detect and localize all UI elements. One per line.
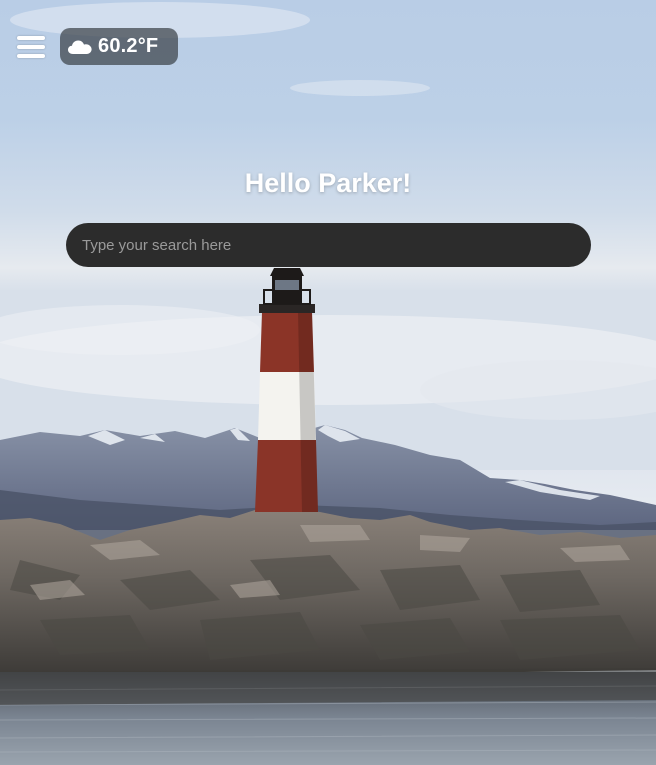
water-reflection — [0, 668, 656, 705]
new-tab-page: 60.2°F Hello Parker! — [0, 0, 656, 765]
menu-bar — [17, 36, 45, 40]
menu-bar — [17, 45, 45, 49]
weather-widget[interactable]: 60.2°F — [60, 28, 178, 65]
lighthouse-gallery — [259, 304, 315, 313]
menu-button[interactable] — [15, 34, 47, 60]
cloud-icon — [68, 40, 92, 54]
search-input[interactable] — [66, 223, 591, 267]
cloud-band — [290, 80, 430, 96]
temperature-label: 60.2°F — [98, 35, 159, 57]
lighthouse — [255, 268, 318, 512]
lighthouse-roof — [270, 268, 304, 276]
lighthouse-lantern-glass — [275, 280, 299, 290]
background-photo — [0, 0, 656, 765]
menu-bar — [17, 54, 45, 58]
greeting-title: Hello Parker! — [244, 168, 412, 198]
